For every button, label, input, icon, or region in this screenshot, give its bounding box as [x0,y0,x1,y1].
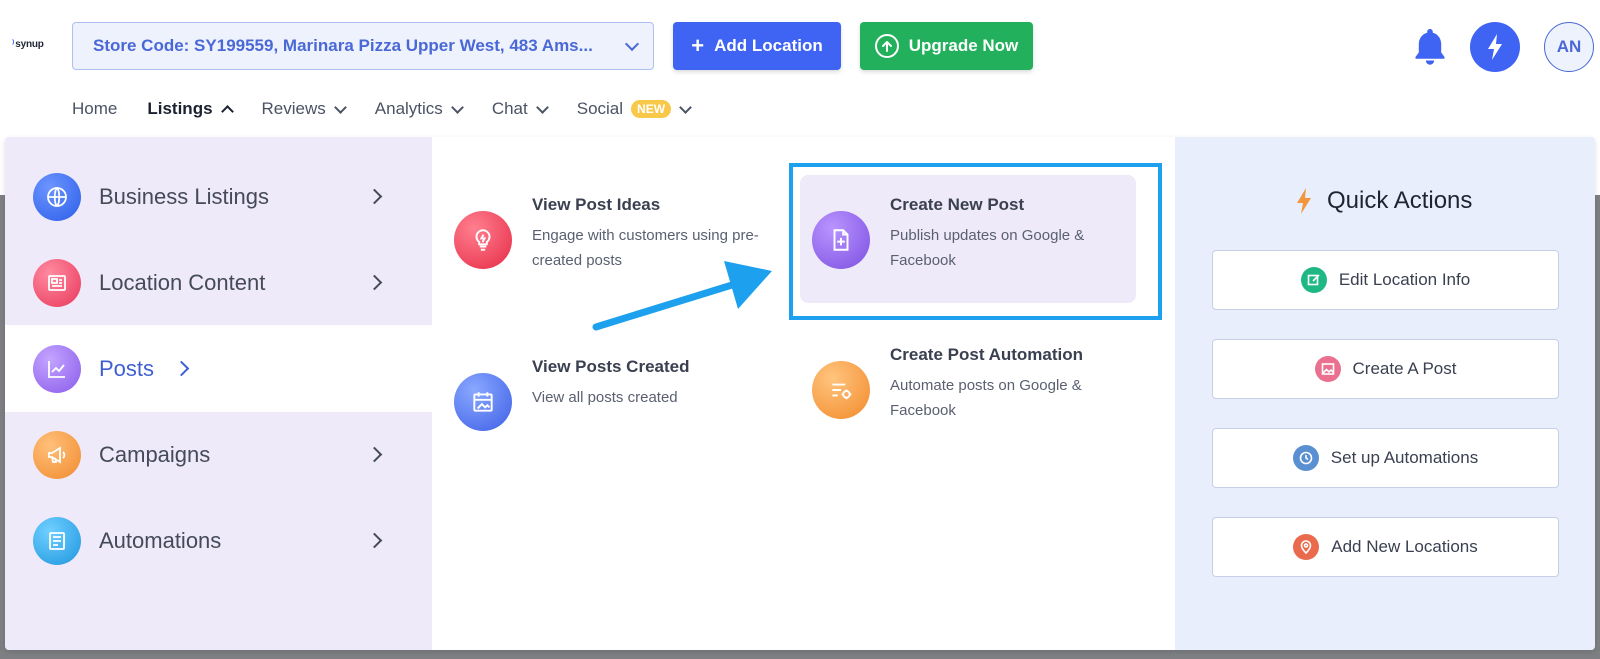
calendar-image-icon [454,373,512,431]
card-title: Create New Post [890,195,1025,214]
nav-social[interactable]: Social NEW [576,99,692,119]
menu-item-label: Automations [99,527,222,553]
top-bar: ⁾synup Store Code: SY199559, Marinara Pi… [0,0,1600,90]
nav-analytics-label: Analytics [374,99,443,118]
listings-mega-menu: Business Listings Location Content Posts… [5,137,1595,650]
store-selector[interactable]: Store Code: SY199559, Marinara Pizza Upp… [72,22,654,70]
chevron-down-icon [535,100,549,114]
card-description: Automate posts on Google & Facebook [890,377,1082,419]
card-create-new-post[interactable]: Create New Post Publish updates on Googl… [800,175,1136,303]
lightbulb-icon [454,211,512,269]
map-pin-icon [1293,534,1320,560]
nav-analytics[interactable]: Analytics [374,99,464,119]
megaphone-icon [33,430,81,479]
menu-item-label: Business Listings [99,183,269,209]
add-location-button[interactable]: + Add Location [673,22,841,70]
quick-action-label: Create A Post [1352,359,1457,378]
nav-reviews-label: Reviews [261,99,326,118]
store-selector-value: Store Code: SY199559, Marinara Pizza Upp… [93,36,593,55]
nav-reviews[interactable]: Reviews [261,99,347,119]
menu-item-label: Campaigns [99,441,211,467]
chevron-down-icon [450,100,464,114]
card-view-post-ideas[interactable]: View Post Ideas Engage with customers us… [442,175,778,303]
menu-item-posts[interactable]: Posts [5,325,432,412]
menu-item-automations[interactable]: Automations [5,497,432,584]
chevron-up-icon [220,105,234,118]
nav-listings[interactable]: Listings [147,99,234,119]
bell-icon[interactable] [1412,26,1448,66]
globe-icon [33,172,81,221]
main-nav: Home Listings Reviews Analytics Chat Soc… [72,96,720,122]
menu-item-campaigns[interactable]: Campaigns [5,411,432,498]
add-new-locations-button[interactable]: Add New Locations [1212,517,1559,577]
nav-social-label: Social [576,99,624,118]
menu-item-label: Posts [99,355,155,381]
chevron-right-icon [173,360,190,377]
clock-icon [1292,445,1319,471]
quick-action-label: Set up Automations [1330,448,1479,467]
chevron-down-icon [624,36,640,51]
card-description: View all posts created [532,389,678,406]
menu-left-column: Business Listings Location Content Posts… [5,137,432,650]
file-plus-icon [812,211,870,269]
menu-item-location-content[interactable]: Location Content [5,239,432,326]
chevron-right-icon [366,446,383,463]
upgrade-now-button[interactable]: Upgrade Now [860,22,1033,70]
card-title: View Posts Created [532,357,690,376]
logo-text: synup [15,39,44,50]
user-avatar[interactable]: AN [1544,22,1594,72]
set-up-automations-button[interactable]: Set up Automations [1212,428,1559,488]
quick-action-label: Edit Location Info [1338,270,1471,289]
chevron-right-icon [366,532,383,549]
upgrade-now-label: Upgrade Now [908,36,1019,55]
id-card-icon [33,258,81,307]
chevron-down-icon [679,100,692,114]
logo-mark-icon: ⁾ [12,39,15,50]
nav-home[interactable]: Home [72,99,117,119]
image-icon [1314,356,1341,382]
card-description: Engage with customers using pre-created … [532,227,759,269]
chevron-right-icon [366,274,383,291]
nav-chat[interactable]: Chat [491,99,549,119]
synup-logo[interactable]: ⁾synup [12,39,44,50]
edit-location-info-button[interactable]: Edit Location Info [1212,250,1559,310]
quick-action-label: Add New Locations [1331,537,1478,556]
chart-line-icon [33,344,81,393]
edit-icon [1300,267,1327,293]
create-a-post-button[interactable]: Create A Post [1212,339,1559,399]
menu-item-business-listings[interactable]: Business Listings [5,153,432,240]
bolt-icon [1297,188,1311,214]
nav-chat-label: Chat [491,99,528,118]
quick-actions-panel: Quick Actions Edit Location Info Create … [1175,137,1595,650]
bolt-button[interactable] [1470,22,1520,72]
plus-icon: + [691,33,705,58]
bolt-icon [1488,34,1502,60]
automation-gear-icon [812,361,870,419]
document-icon [33,516,81,565]
card-description: Publish updates on Google & Facebook [890,227,1085,269]
card-title: Create Post Automation [890,345,1084,364]
card-title: View Post Ideas [532,195,661,214]
card-create-post-automation[interactable]: Create Post Automation Automate posts on… [800,325,1136,453]
new-badge: NEW [631,100,672,118]
quick-actions-title-text: Quick Actions [1327,187,1473,214]
nav-listings-label: Listings [147,99,213,118]
quick-actions-title: Quick Actions [1293,187,1472,215]
card-view-posts-created[interactable]: View Posts Created View all posts create… [442,337,778,465]
nav-home-label: Home [72,99,118,118]
arrow-up-circle-icon [874,34,899,58]
menu-item-label: Location Content [99,269,266,295]
menu-middle-column: View Post Ideas Engage with customers us… [432,137,1175,650]
add-location-label: Add Location [714,36,823,55]
chevron-right-icon [366,188,383,205]
chevron-down-icon [333,100,347,114]
